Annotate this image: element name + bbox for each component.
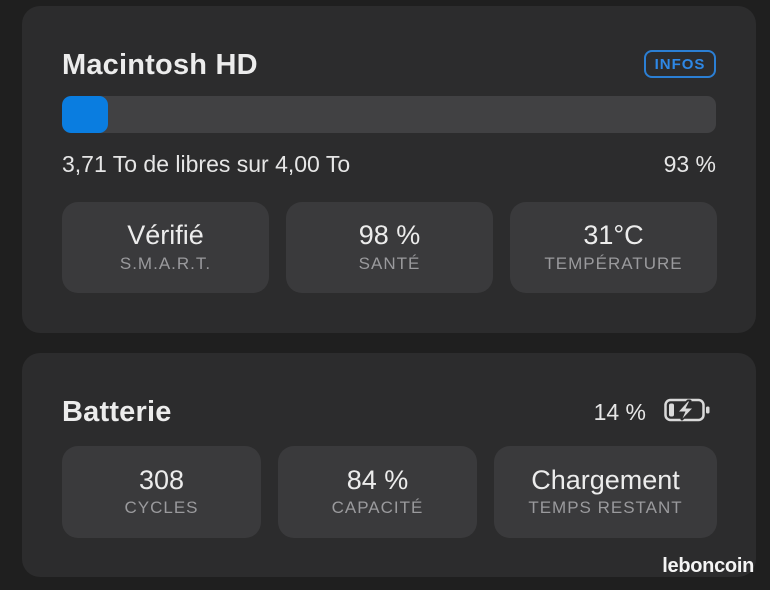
time-remaining-value: Chargement: [531, 464, 680, 495]
cycles-label: CYCLES: [124, 498, 199, 518]
smart-label: S.M.A.R.T.: [119, 253, 212, 273]
disk-usage-text: 3,71 To de libres sur 4,00 To: [62, 151, 351, 177]
battery-status: 14 %: [594, 398, 712, 427]
cycles-tile: 308 CYCLES: [62, 446, 261, 538]
battery-percent: 14 %: [593, 399, 646, 425]
battery-stats: 308 CYCLES 84 % CAPACITÉ Chargement TEMP…: [62, 446, 717, 538]
battery-title: Batterie: [62, 396, 172, 428]
time-remaining-label: TEMPS RESTANT: [528, 498, 683, 518]
disk-usage-bar: [62, 96, 716, 133]
disk-stats: Vérifié S.M.A.R.T. 98 % SANTÉ 31°C TEMPÉ…: [62, 202, 717, 293]
disk-usage-fill: [62, 96, 108, 133]
capacity-tile: 84 % CAPACITÉ: [278, 446, 477, 538]
temperature-tile: 31°C TEMPÉRATURE: [510, 202, 717, 293]
smart-tile: Vérifié S.M.A.R.T.: [62, 202, 269, 293]
disk-free-percent: 93 %: [663, 151, 716, 177]
leboncoin-watermark: leboncoin: [662, 555, 754, 577]
battery-charging-icon: [664, 398, 712, 427]
temperature-label: TEMPÉRATURE: [544, 253, 683, 273]
smart-value: Vérifié: [127, 220, 204, 251]
health-tile: 98 % SANTÉ: [286, 202, 493, 293]
disk-title: Macintosh HD: [62, 49, 258, 81]
temperature-value: 31°C: [583, 220, 644, 251]
disk-card: Macintosh HD INFOS 3,71 To de libres sur…: [22, 6, 756, 333]
cycles-value: 308: [138, 464, 185, 495]
health-label: SANTÉ: [358, 253, 421, 273]
battery-card: Batterie 14 % 308 CYCLES 84 % CAPACITÉ C…: [22, 353, 756, 577]
time-remaining-tile: Chargement TEMPS RESTANT: [494, 446, 717, 538]
health-value: 98 %: [358, 220, 421, 251]
infos-button[interactable]: INFOS: [644, 50, 716, 78]
capacity-label: CAPACITÉ: [331, 498, 424, 518]
capacity-value: 84 %: [346, 464, 409, 495]
